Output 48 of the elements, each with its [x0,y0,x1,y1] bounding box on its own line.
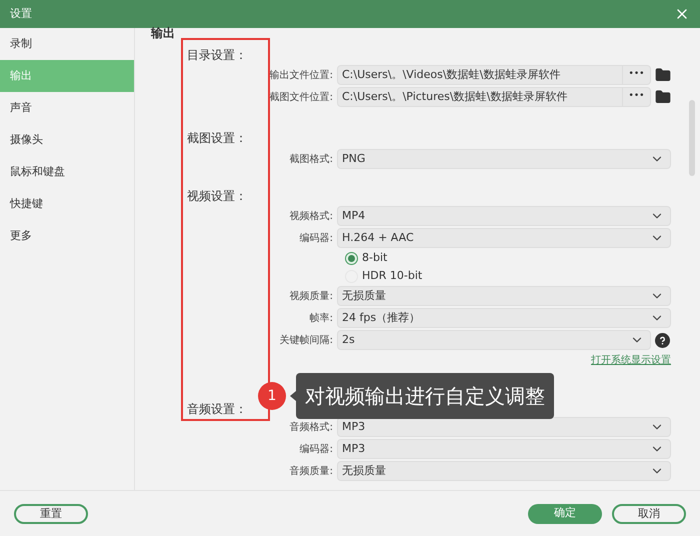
radio-button[interactable] [345,252,358,264]
callout-text: 对视频输出进行自定义调整 [296,373,554,419]
dropdown[interactable]: 无损质量 [337,461,671,481]
field-label: 音频格式: [288,420,334,434]
pointer-icon [290,391,296,401]
dropdown[interactable]: PNG [337,149,671,169]
path-field[interactable]: C:\Users\。\Videos\数据蛙\数据蛙录屏软件 ••• [337,65,651,85]
section-heading: 截图设置： [187,131,247,145]
field-label: 输出文件位置: [268,68,334,82]
sidebar-item[interactable]: 摄像头 [0,124,134,156]
radio-option[interactable]: 8-bit [345,250,388,266]
radio-option[interactable]: HDR 10-bit [345,268,422,284]
dropdown[interactable]: MP3 [337,417,671,437]
sidebar-item[interactable]: 鼠标和键盘 [0,156,134,188]
field-label: 关键帧间隔: [278,334,334,348]
browse-button[interactable]: ••• [622,88,650,106]
field-label: 帧率: [308,312,334,326]
system-display-link[interactable]: 打开系统显示设置 [591,352,671,368]
help-icon[interactable] [655,332,670,348]
section-heading: 音频设置： [187,402,247,416]
sidebar-item[interactable]: 快捷键 [0,188,134,220]
path-field[interactable]: C:\Users\。\Pictures\数据蛙\数据蛙录屏软件 ••• [337,87,651,107]
field-label: 编码器: [298,442,334,456]
section-heading: 视频设置： [187,189,247,203]
field-label: 截图格式: [288,152,334,166]
step-number-badge: 1 [258,382,286,410]
field-label: 视频格式: [288,210,334,224]
field-label: 视频质量: [288,290,334,304]
section-heading: 目录设置： [187,48,247,62]
sidebar-item[interactable]: 声音 [0,92,134,124]
dropdown[interactable]: 24 fps（推荐） [337,308,671,328]
footer-button[interactable]: 重置 [14,504,88,524]
footer-button[interactable]: 取消 [612,504,686,524]
sidebar-item[interactable]: 更多 [0,220,134,252]
browse-button[interactable]: ••• [622,66,650,84]
folder-icon[interactable] [655,89,671,105]
dropdown[interactable]: MP3 [337,439,671,459]
folder-icon[interactable] [655,67,671,83]
dropdown[interactable]: MP4 [337,206,671,226]
sidebar-item[interactable]: 录制 [0,28,134,60]
field-label: 编码器: [298,232,334,246]
dropdown[interactable]: H.264 + AAC [337,228,671,248]
window-title: 设置 [10,6,32,22]
dropdown[interactable]: 无损质量 [337,286,671,306]
field-label: 截图文件位置: [268,90,334,104]
page-title: 输出 [151,28,176,40]
dropdown[interactable]: 2s [337,330,651,350]
field-label: 音频质量: [288,464,334,478]
